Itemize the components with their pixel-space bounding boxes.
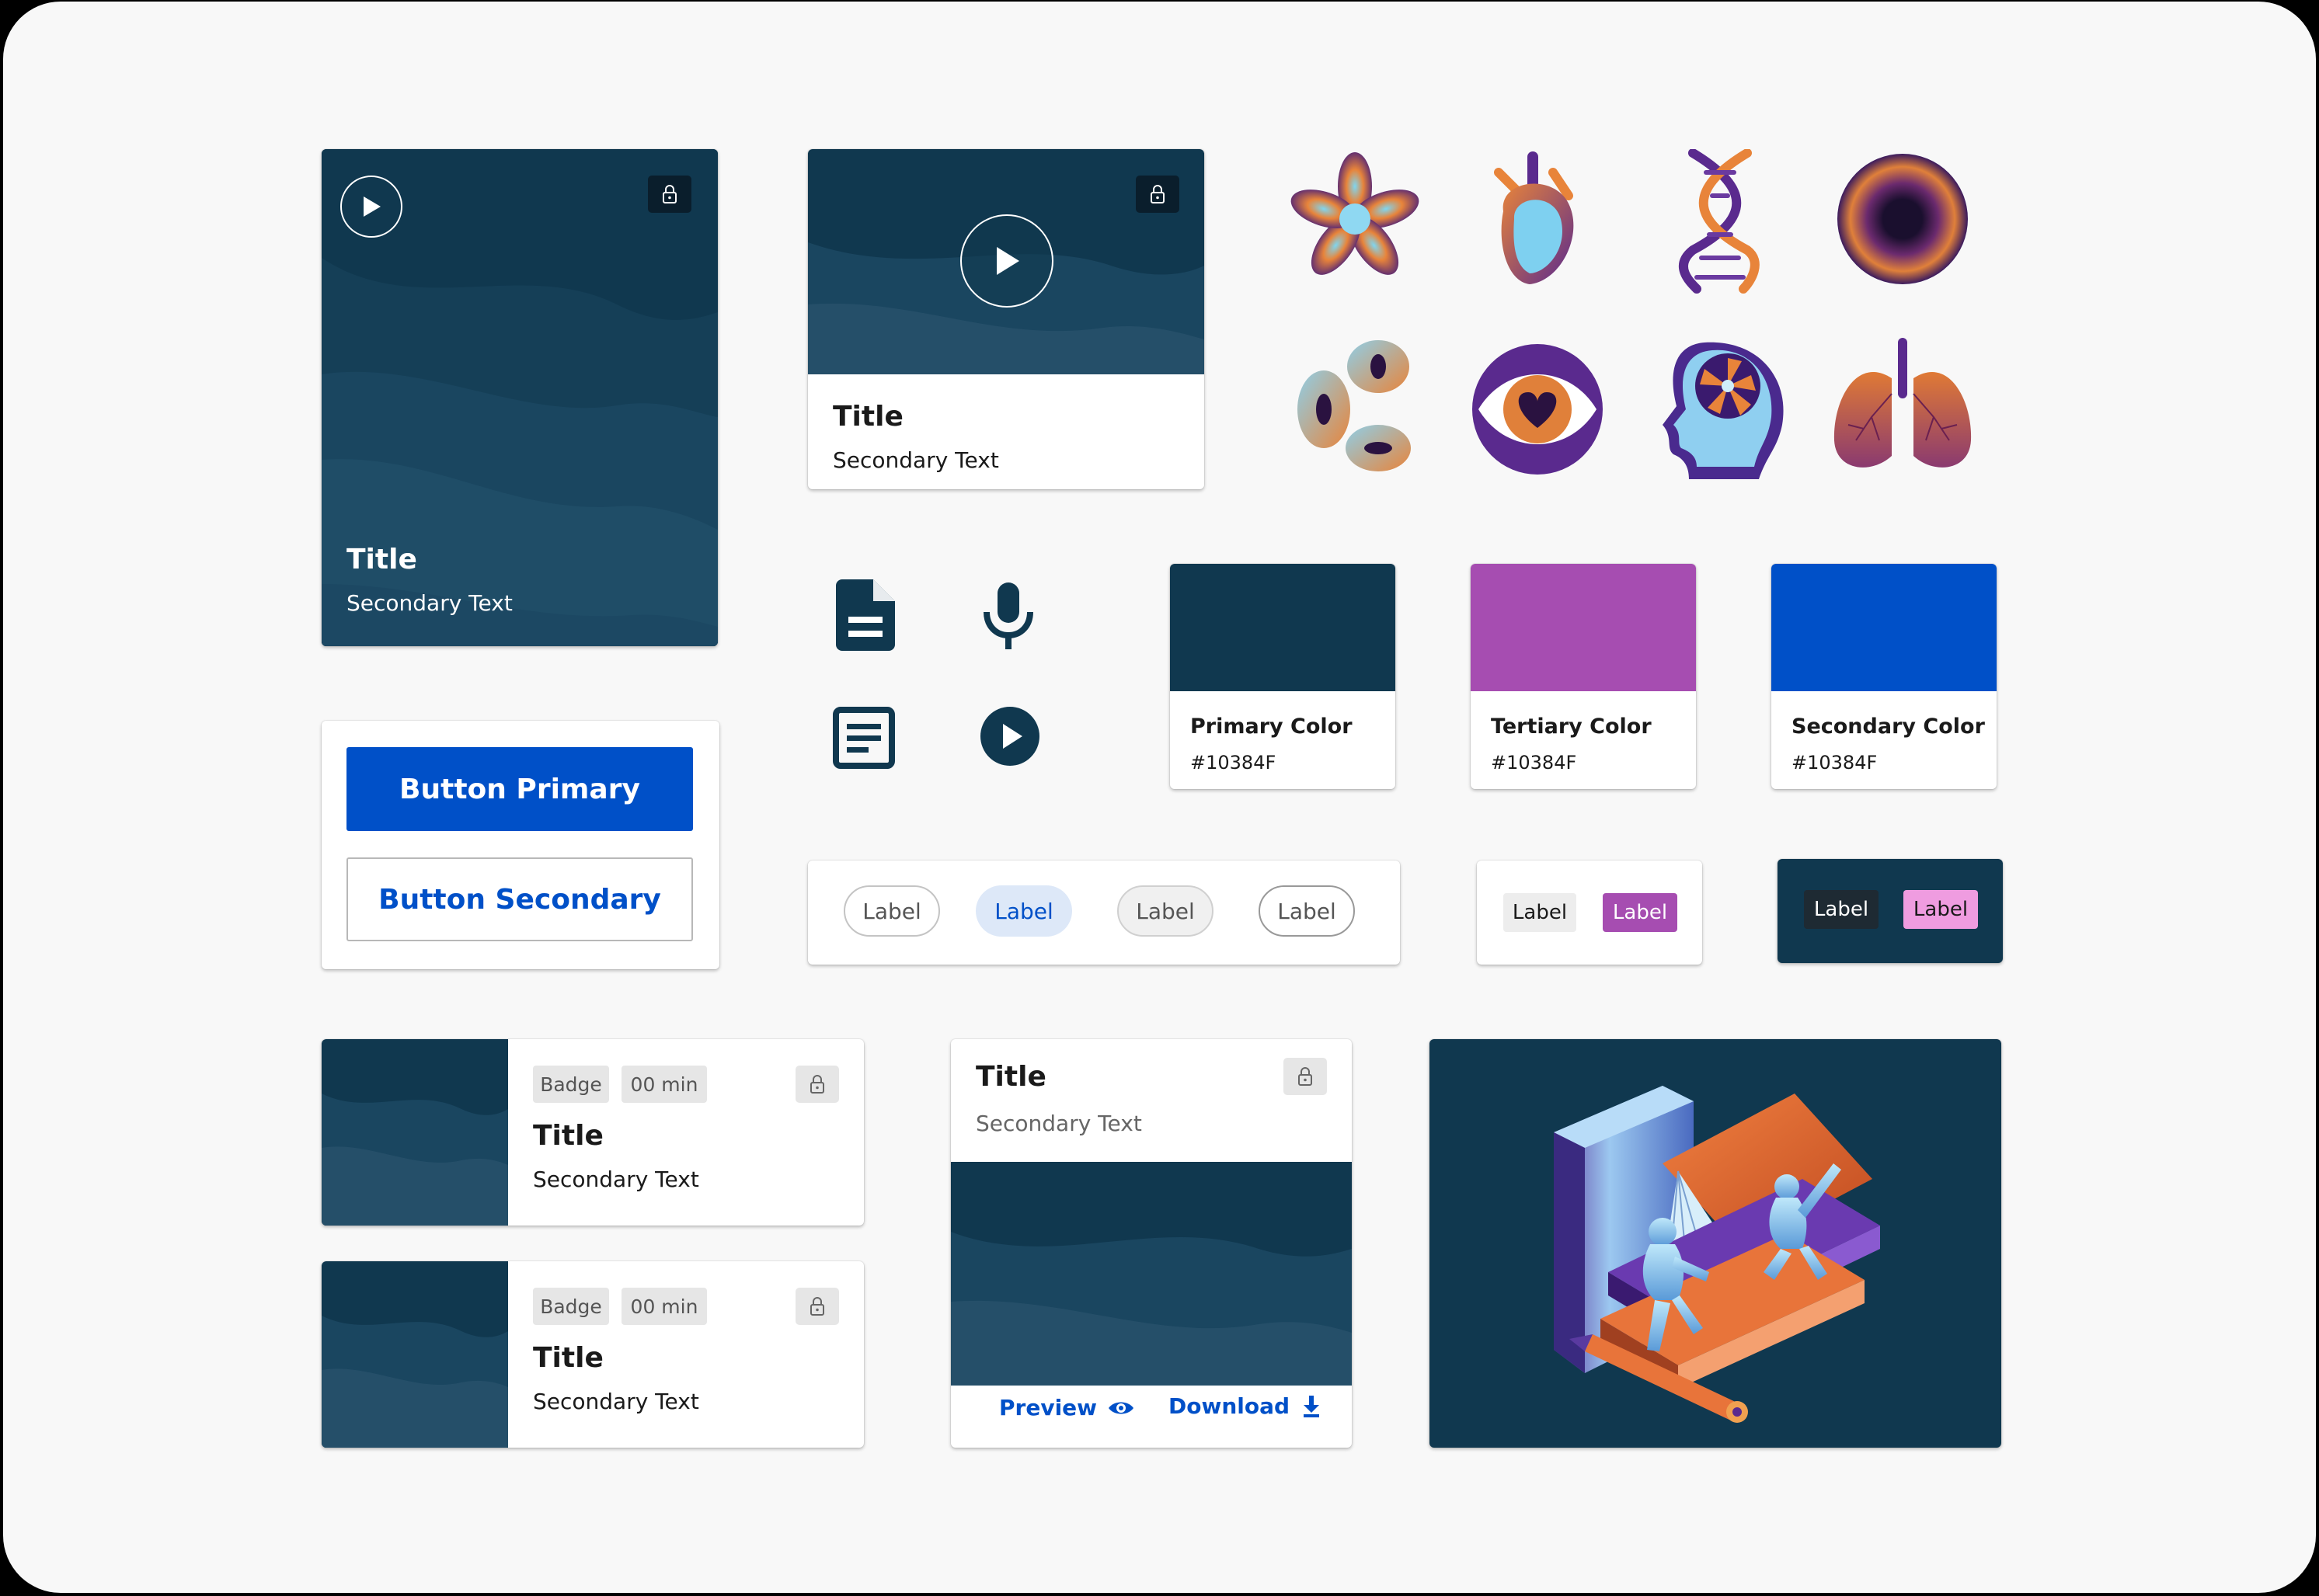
download-link[interactable]: Download [1168,1393,1321,1419]
blood-cells-illustration [1297,340,1411,471]
cell-illustration [1837,154,1968,284]
card-title: Title [533,1120,604,1152]
button-secondary[interactable]: Button Secondary [346,857,693,941]
download-icon [1304,1395,1320,1417]
button-primary[interactable]: Button Primary [346,747,693,831]
flower-illustration [1290,152,1419,275]
lock-icon [1136,176,1179,213]
buttons-card: Button Primary Button Secondary [322,721,719,969]
swatch-primary: Primary Color #10384F [1170,564,1395,789]
chip-selected[interactable]: Label [976,885,1072,937]
preview-label: Preview [999,1395,1098,1420]
swatch-tertiary: Tertiary Color #10384F [1471,564,1696,789]
list-card[interactable]: Badge 00 min Title Secondary Text [322,1039,864,1226]
chip-filled[interactable]: Label [1117,885,1213,937]
books-and-people-illustration [1554,1086,1880,1423]
swatch-label: Secondary Color [1791,715,1985,739]
tags-light-card: Label Label [1477,861,1702,965]
swatch-hex: #10384F [1491,752,1577,774]
card-title: Title [833,401,904,433]
card-title: Title [533,1342,604,1374]
wave-thumbnail [322,1261,508,1448]
duration-badge: 00 min [622,1066,707,1103]
swatch-color [1771,564,1997,691]
wave-thumbnail [951,1162,1352,1386]
swatch-label: Tertiary Color [1491,715,1652,739]
swatch-hex: #10384F [1791,752,1878,774]
eye-heart-illustration [1472,344,1603,475]
swatch-color [1170,564,1395,691]
heart-illustration [1494,151,1574,284]
document-icon [836,579,895,651]
video-card-tall[interactable]: Title Secondary Text [322,149,718,646]
play-icon[interactable] [960,214,1053,308]
tag-dark: Label [1804,890,1879,929]
tag-purple: Label [1603,893,1677,932]
tags-dark-card: Label Label [1778,859,2003,963]
chip-outlined-dark[interactable]: Label [1259,885,1355,937]
lock-icon [1283,1058,1327,1095]
duration-badge: 00 min [622,1288,707,1325]
hero-illustration-card [1429,1039,2001,1448]
preview-link[interactable]: Preview [999,1395,1134,1420]
card-title: Title [976,1061,1046,1093]
badge: Badge [533,1288,609,1325]
card-secondary-text: Secondary Text [533,1389,699,1414]
illustration-grid [1290,149,1972,479]
document-card[interactable]: Title Secondary Text Preview Download [951,1039,1352,1448]
eye-icon [1109,1402,1134,1413]
lungs-illustration [1833,338,1972,468]
lock-icon [796,1066,839,1103]
tag-neutral: Label [1503,893,1576,932]
swatch-hex: #10384F [1190,752,1276,774]
play-circle-icon[interactable] [979,705,1041,767]
badge: Badge [533,1066,609,1103]
download-label: Download [1168,1393,1290,1419]
card-secondary-text: Secondary Text [976,1111,1142,1136]
lock-icon [648,176,691,213]
article-icon [833,707,895,769]
card-secondary-text: Secondary Text [833,447,999,473]
wave-thumbnail [322,1039,508,1226]
card-title: Title [346,544,417,575]
brain-head-illustration [1663,342,1784,479]
dna-illustration [1678,149,1760,294]
chips-card: Label Label Label Label [808,861,1400,965]
design-board: Title Secondary Text Title Secondary Tex… [3,2,2316,1593]
microphone-icon [984,582,1033,649]
swatch-label: Primary Color [1190,715,1353,739]
play-icon[interactable] [340,176,402,238]
card-secondary-text: Secondary Text [533,1167,699,1192]
list-card[interactable]: Badge 00 min Title Secondary Text [322,1261,864,1448]
video-card-wide[interactable]: Title Secondary Text [808,149,1204,489]
swatch-color [1471,564,1696,691]
chip-outlined[interactable]: Label [844,885,940,937]
swatch-secondary: Secondary Color #10384F [1771,564,1997,789]
tag-pink: Label [1903,890,1978,929]
lock-icon [796,1288,839,1325]
card-secondary-text: Secondary Text [346,590,513,616]
